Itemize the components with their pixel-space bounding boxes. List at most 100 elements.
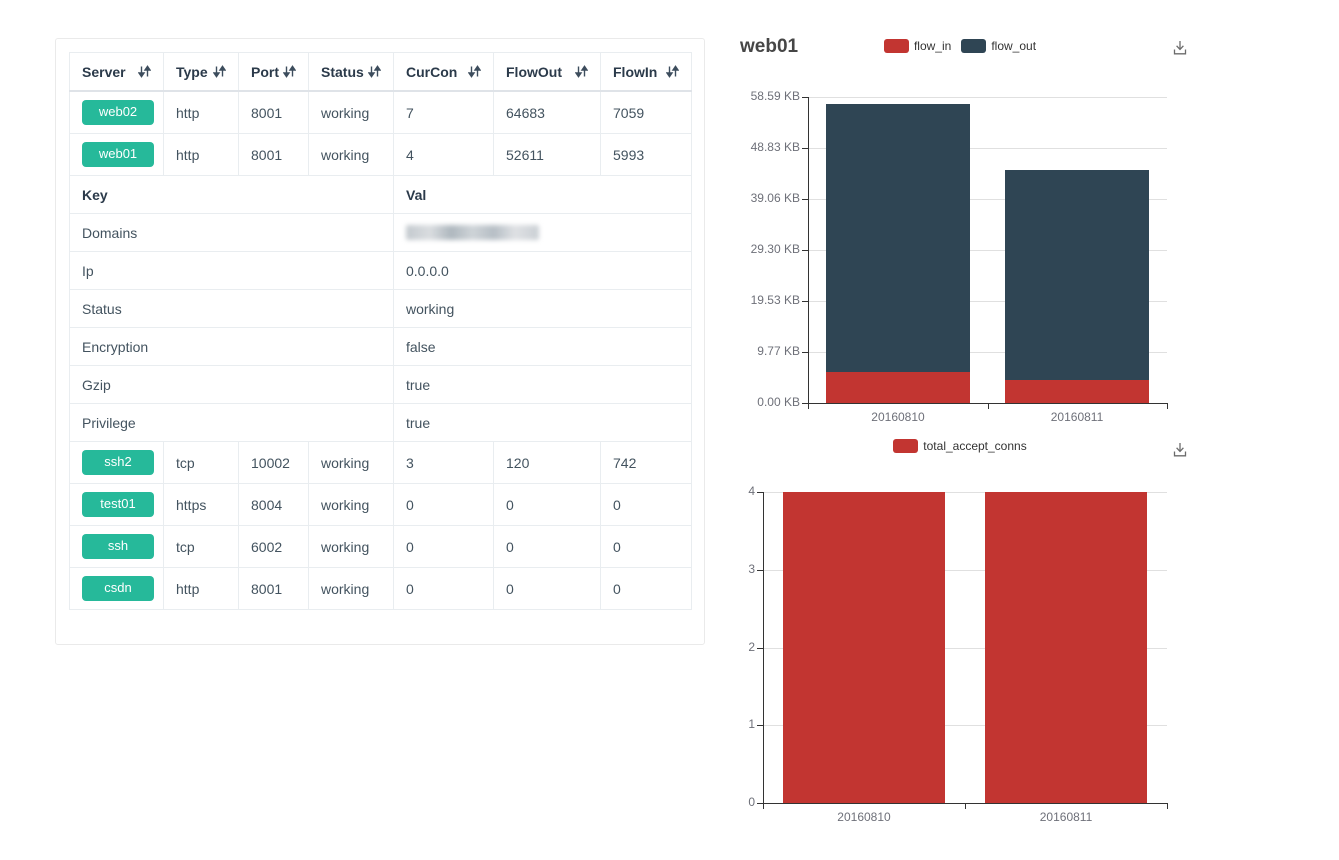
kv-val-cell: true — [394, 366, 692, 404]
cell-status: working — [309, 134, 394, 176]
chart2-plot: 012342016081020160811 — [763, 492, 1167, 803]
column-header-server[interactable]: Server — [70, 53, 164, 92]
x-axis-tick — [965, 803, 966, 809]
table-row: web02http8001working7646837059 — [70, 91, 692, 134]
kv-val-cell: working — [394, 290, 692, 328]
server-name-cell: csdn — [70, 568, 164, 610]
cell-flowout: 120 — [494, 442, 601, 484]
y-tick-label: 1 — [671, 717, 755, 731]
cell-port: 6002 — [239, 526, 309, 568]
column-label: Port — [251, 64, 279, 80]
server-badge-button[interactable]: ssh — [82, 534, 154, 558]
download-icon — [1170, 440, 1190, 460]
column-header-port[interactable]: Port — [239, 53, 309, 92]
bar-flow_out — [1005, 170, 1149, 380]
chart1-download-button[interactable] — [1170, 38, 1192, 60]
column-header-type[interactable]: Type — [164, 53, 239, 92]
table-header-row: Server Type Port Status CurCon FlowOut F… — [70, 53, 692, 92]
gridline — [808, 97, 1167, 98]
cell-curcon: 0 — [394, 568, 494, 610]
server-name-cell: ssh — [70, 526, 164, 568]
blurred-domain-value — [406, 225, 539, 240]
cell-type: http — [164, 134, 239, 176]
legend-item-total_accept_conns[interactable]: total_accept_conns — [893, 439, 1026, 453]
x-axis-tick — [1167, 403, 1168, 409]
column-header-flowin[interactable]: FlowIn — [601, 53, 692, 92]
cell-status: working — [309, 526, 394, 568]
cell-type: tcp — [164, 442, 239, 484]
cell-curcon: 3 — [394, 442, 494, 484]
bar-flow_in — [1005, 380, 1149, 403]
y-tick-label: 9.77 KB — [716, 344, 800, 358]
legend-item-flow_out[interactable]: flow_out — [961, 39, 1036, 53]
server-name-cell: web02 — [70, 91, 164, 134]
x-tick-label: 20160811 — [1017, 410, 1137, 424]
kv-header-row: KeyVal — [70, 176, 692, 214]
column-header-status[interactable]: Status — [309, 53, 394, 92]
legend-label: flow_in — [914, 39, 951, 53]
kv-val-cell — [394, 214, 692, 252]
y-tick-label: 58.59 KB — [716, 89, 800, 103]
table-row: sshtcp6002working000 — [70, 526, 692, 568]
cell-curcon: 4 — [394, 134, 494, 176]
column-header-flowout[interactable]: FlowOut — [494, 53, 601, 92]
cell-flowout: 0 — [494, 568, 601, 610]
y-tick-label: 39.06 KB — [716, 191, 800, 205]
cell-port: 8004 — [239, 484, 309, 526]
cell-type: tcp — [164, 526, 239, 568]
column-label: Type — [176, 64, 208, 80]
y-tick-label: 0 — [671, 795, 755, 809]
legend-item-flow_in[interactable]: flow_in — [884, 39, 951, 53]
x-axis-tick — [763, 803, 764, 809]
server-badge-button[interactable]: test01 — [82, 492, 154, 516]
x-tick-label: 20160811 — [1006, 810, 1126, 824]
bar-total_accept_conns — [985, 492, 1147, 803]
cell-status: working — [309, 91, 394, 134]
legend-swatch — [893, 439, 918, 453]
cell-flowin: 5993 — [601, 134, 692, 176]
column-label: FlowIn — [613, 64, 657, 80]
kv-row: Gziptrue — [70, 366, 692, 404]
x-tick-label: 20160810 — [804, 810, 924, 824]
y-tick-label: 4 — [671, 484, 755, 498]
table-row: csdnhttp8001working000 — [70, 568, 692, 610]
legend-label: flow_out — [991, 39, 1036, 53]
y-tick-label: 29.30 KB — [716, 242, 800, 256]
kv-key-cell: Privilege — [70, 404, 394, 442]
y-tick-label: 3 — [671, 562, 755, 576]
column-header-curcon[interactable]: CurCon — [394, 53, 494, 92]
bar-flow_in — [826, 372, 970, 403]
cell-flowout: 0 — [494, 484, 601, 526]
column-label: FlowOut — [506, 64, 562, 80]
cell-curcon: 0 — [394, 526, 494, 568]
kv-header-key: Key — [70, 176, 394, 214]
kv-row: Statusworking — [70, 290, 692, 328]
server-badge-button[interactable]: csdn — [82, 576, 154, 600]
x-axis-tick — [1167, 803, 1168, 809]
chart2-download-button[interactable] — [1170, 440, 1192, 462]
chart1-plot: 0.00 KB9.77 KB19.53 KB29.30 KB39.06 KB48… — [808, 97, 1167, 403]
server-badge-button[interactable]: web02 — [82, 100, 154, 124]
server-name-cell: web01 — [70, 134, 164, 176]
cell-port: 8001 — [239, 568, 309, 610]
sort-icon — [368, 65, 381, 78]
kv-val-cell: true — [394, 404, 692, 442]
server-badge-button[interactable]: ssh2 — [82, 450, 154, 474]
kv-key-cell: Gzip — [70, 366, 394, 404]
kv-row: Privilegetrue — [70, 404, 692, 442]
server-table-card: Server Type Port Status CurCon FlowOut F… — [55, 38, 705, 645]
kv-key-cell: Status — [70, 290, 394, 328]
cell-port: 8001 — [239, 91, 309, 134]
server-badge-button[interactable]: web01 — [82, 142, 154, 166]
cell-flowout: 64683 — [494, 91, 601, 134]
legend-swatch — [961, 39, 986, 53]
column-label: Server — [82, 64, 126, 80]
chart1-legend: flow_in flow_out — [740, 39, 1180, 53]
y-tick-label: 2 — [671, 640, 755, 654]
kv-val-cell: 0.0.0.0 — [394, 252, 692, 290]
y-tick-label: 0.00 KB — [716, 395, 800, 409]
bar-total_accept_conns — [783, 492, 945, 803]
cell-flowin: 742 — [601, 442, 692, 484]
sort-icon — [213, 65, 226, 78]
cell-port: 8001 — [239, 134, 309, 176]
